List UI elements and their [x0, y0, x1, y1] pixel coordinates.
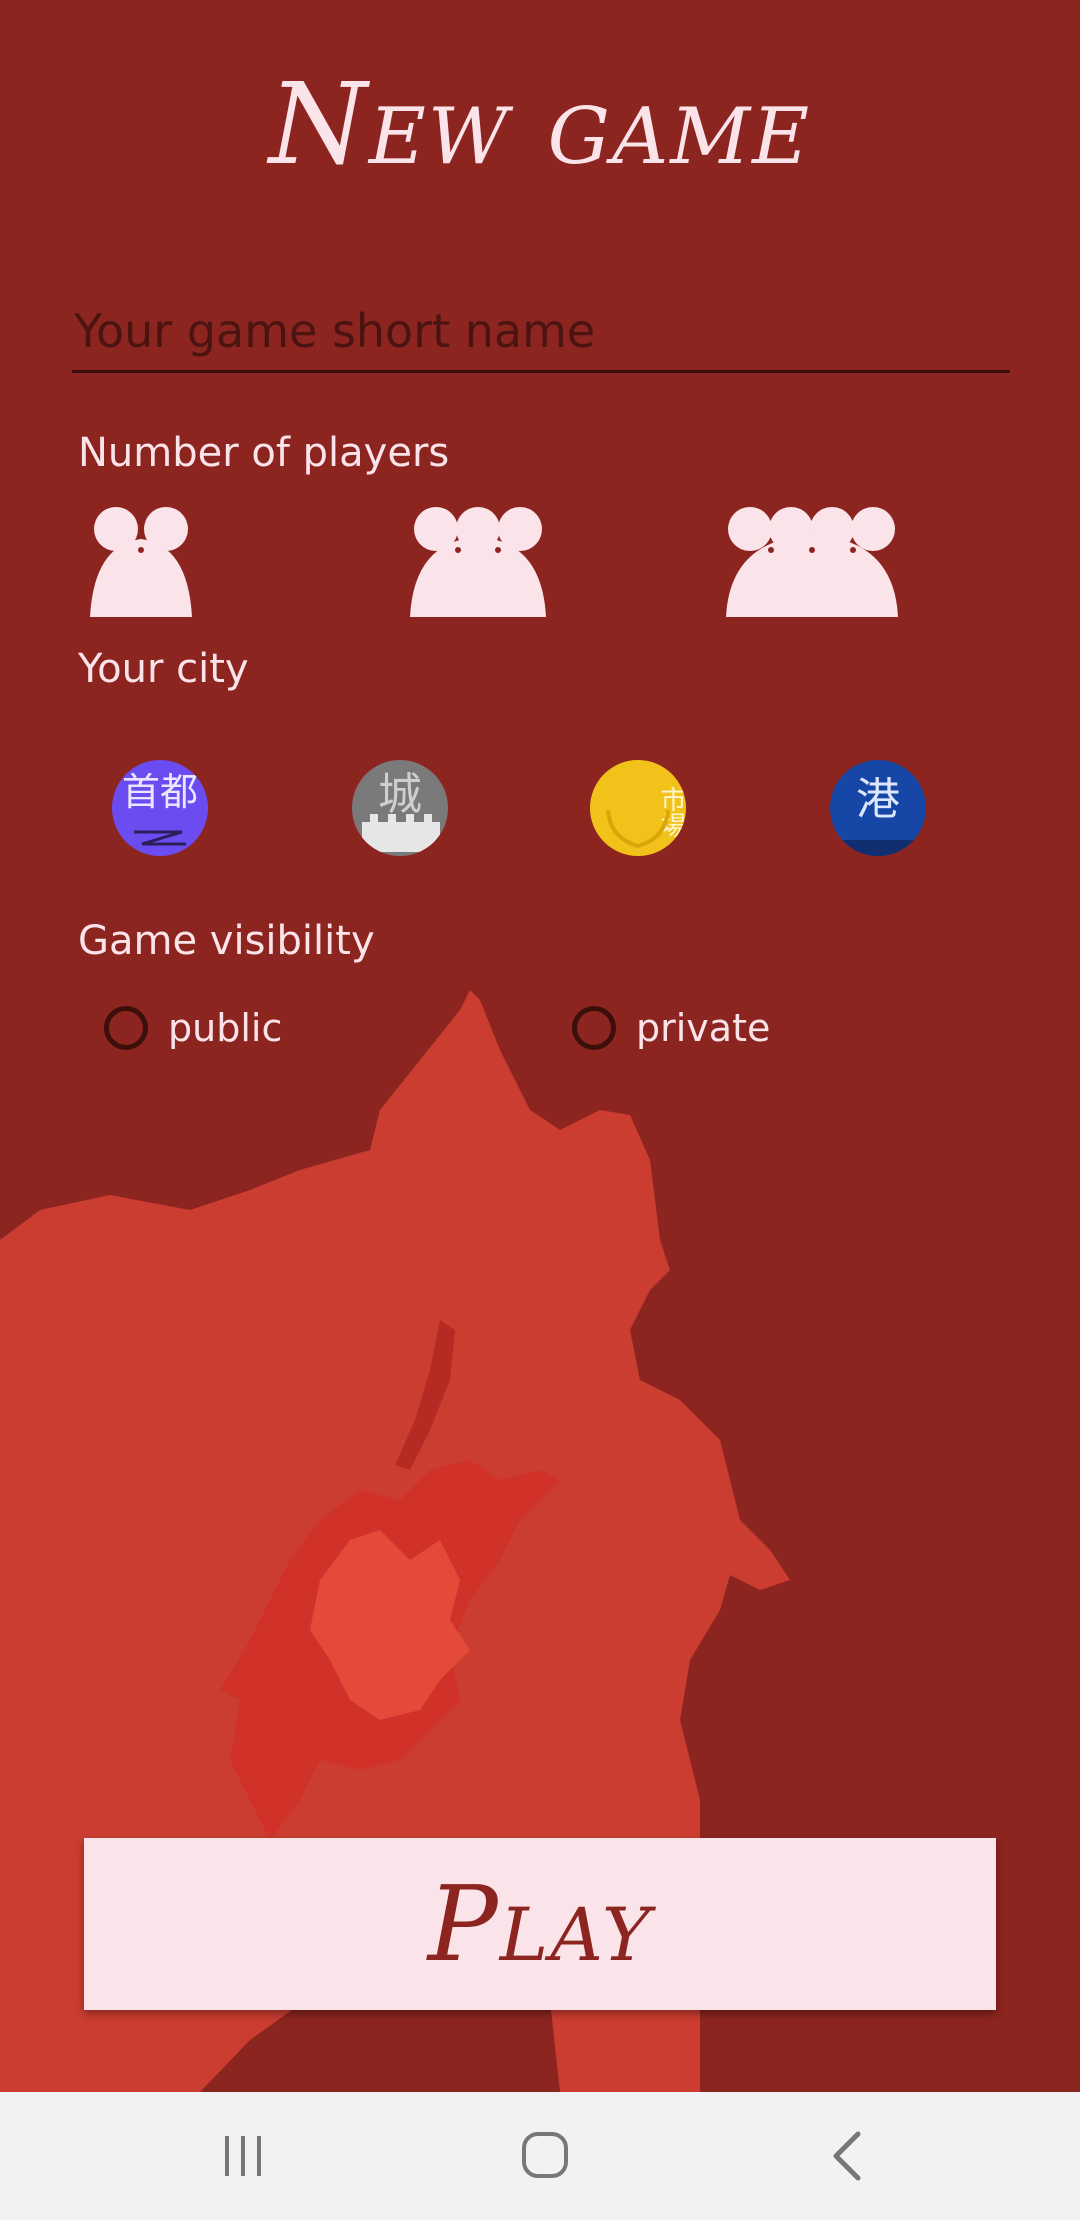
wave-icon — [830, 840, 926, 856]
four-player-icon — [726, 507, 898, 617]
back-icon — [833, 2131, 861, 2181]
recent-apps-button[interactable] — [203, 2124, 283, 2188]
city-option-port[interactable]: 港 — [830, 760, 926, 856]
two-player-icon — [90, 507, 192, 617]
back-button[interactable] — [806, 2124, 886, 2188]
city-option-market[interactable]: 市場 — [590, 760, 686, 856]
player-option-4[interactable] — [724, 505, 900, 621]
city-option-capital[interactable]: 首都 — [112, 760, 208, 856]
players-section-label: Number of players — [78, 430, 450, 476]
three-player-icon — [410, 507, 546, 617]
game-name-input[interactable] — [72, 292, 1010, 373]
public-radio-label: public — [168, 1006, 283, 1050]
system-navigation-bar — [0, 2092, 1080, 2220]
player-option-3[interactable] — [408, 505, 548, 621]
player-option-2[interactable] — [88, 505, 194, 621]
city-option-castle[interactable]: 城 — [352, 760, 448, 856]
private-radio-button[interactable] — [572, 1006, 616, 1050]
public-radio-button[interactable] — [104, 1006, 148, 1050]
recent-apps-icon — [225, 2136, 261, 2176]
castle-city-icon: 城 — [378, 769, 422, 820]
new-game-screen: New game Number of players — [0, 0, 1080, 2092]
home-button[interactable] — [505, 2124, 585, 2188]
player-count-selector — [0, 505, 1080, 625]
play-button[interactable]: Play — [84, 1838, 996, 2010]
visibility-section-label: Game visibility — [78, 918, 375, 964]
private-radio-label: private — [636, 1006, 771, 1050]
visibility-private-option[interactable]: private — [572, 1000, 770, 1056]
laurel-wreath-icon — [606, 809, 670, 849]
page-title: New game — [268, 60, 812, 190]
capital-arrow-icon — [134, 830, 186, 846]
city-section-label: Your city — [78, 646, 249, 692]
visibility-public-option[interactable]: public — [104, 1000, 282, 1056]
home-icon — [522, 2132, 568, 2178]
